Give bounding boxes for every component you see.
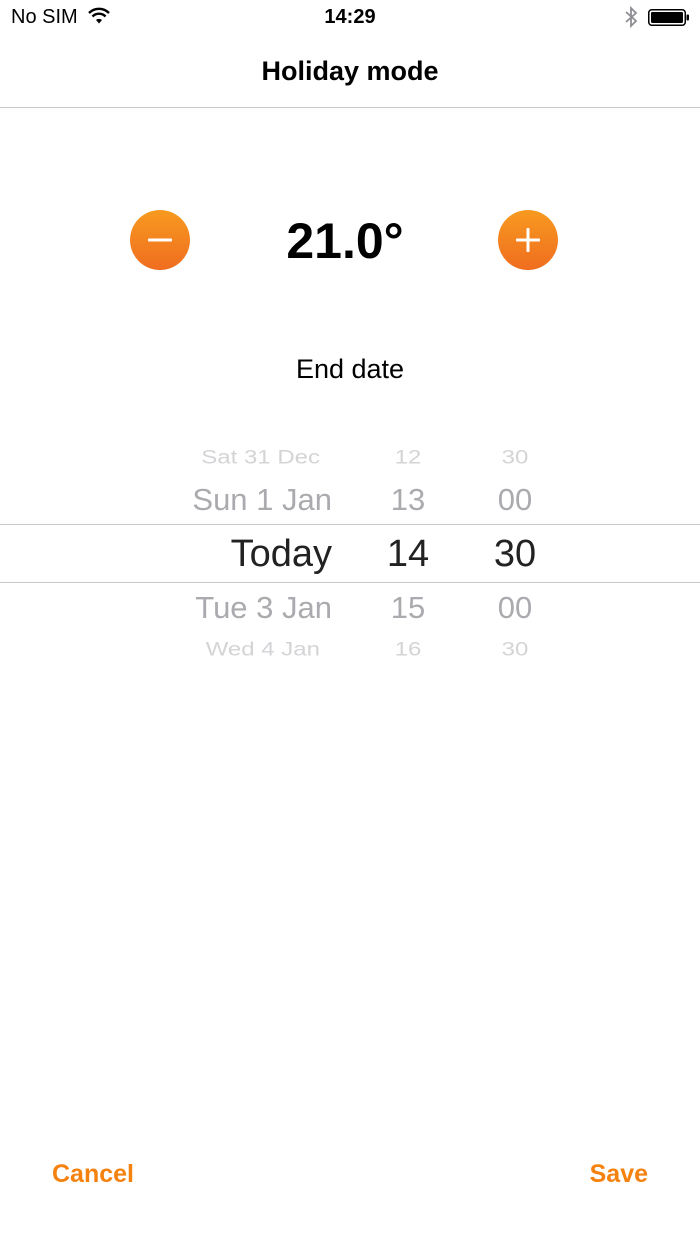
status-bar: No SIM 14:29 (0, 0, 700, 36)
cancel-button[interactable]: Cancel (52, 1160, 134, 1189)
date-option[interactable]: Tue 3 Jan (100, 590, 332, 626)
date-option[interactable]: Sun 1 Jan (100, 482, 332, 518)
minus-icon (148, 238, 172, 242)
end-date-label: End date (295, 354, 405, 384)
hour-wheel[interactable]: 12 13 14 15 16 (368, 440, 448, 662)
end-date-picker[interactable]: Sat 31 Dec Sun 1 Jan Today Tue 3 Jan Wed… (0, 440, 700, 662)
hour-option[interactable]: 13 (368, 482, 448, 518)
date-wheel[interactable]: Sat 31 Dec Sun 1 Jan Today Tue 3 Jan Wed… (100, 440, 332, 662)
hour-option[interactable]: 12 (368, 447, 448, 470)
date-option[interactable]: Sat 31 Dec (88, 447, 320, 470)
battery-icon (648, 9, 690, 26)
minute-option[interactable]: 30 (470, 447, 560, 470)
status-time: 14:29 (324, 6, 376, 28)
hour-option-selected[interactable]: 14 (368, 533, 448, 576)
date-option[interactable]: Wed 4 Jan (88, 639, 320, 662)
temperature-value: 21.0° (286, 213, 404, 269)
bluetooth-icon (624, 5, 638, 29)
minute-option[interactable]: 00 (470, 482, 560, 518)
hour-option[interactable]: 16 (368, 639, 448, 662)
navigation-bar: Holiday mode (0, 36, 700, 108)
date-option-selected[interactable]: Today (100, 533, 332, 576)
decrease-temperature-button[interactable] (130, 210, 190, 270)
minute-wheel[interactable]: 30 00 30 00 30 (470, 440, 560, 662)
increase-temperature-button[interactable] (498, 210, 558, 270)
minute-option-selected[interactable]: 30 (470, 533, 560, 576)
save-button[interactable]: Save (590, 1160, 648, 1189)
plus-icon (516, 228, 540, 252)
hour-option[interactable]: 15 (368, 590, 448, 626)
minute-option[interactable]: 30 (470, 639, 560, 662)
page-title: Holiday mode (261, 56, 439, 86)
minute-option[interactable]: 00 (470, 590, 560, 626)
